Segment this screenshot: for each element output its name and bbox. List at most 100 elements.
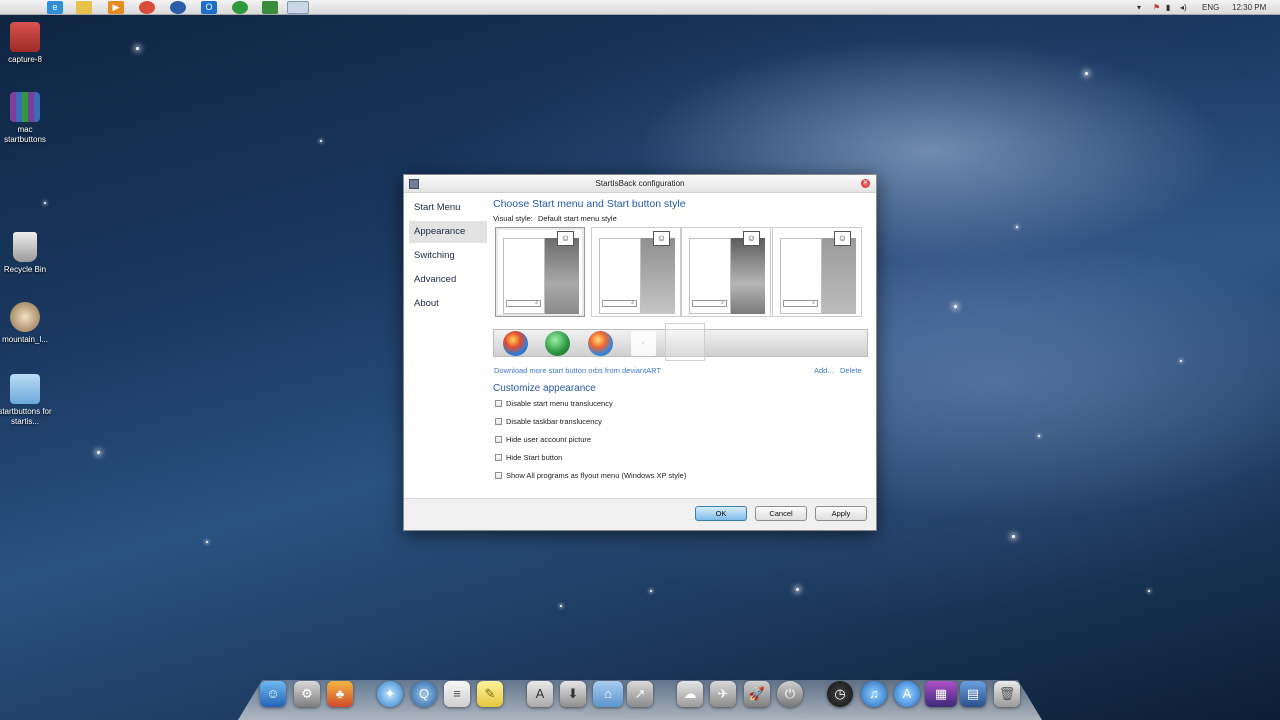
media-player-taskbar-icon[interactable]: ▶ [108, 1, 124, 14]
quicktime-icon[interactable]: Q [411, 681, 437, 707]
dialog-titlebar[interactable]: StartIsBack configuration ✕ [404, 175, 876, 193]
option-hide-start-button[interactable]: Hide Start button [493, 451, 868, 469]
tray-network-icon[interactable]: ▮ [1166, 0, 1170, 15]
desktop-icon-recycle-bin[interactable]: Recycle Bin [0, 232, 53, 275]
stickies-icon[interactable]: ✎ [477, 681, 503, 707]
app-taskbar-icon[interactable] [262, 1, 278, 14]
sidebar-item-appearance[interactable]: Appearance [409, 221, 487, 243]
orb-links-row: Download more start button orbs from dev… [493, 366, 868, 380]
tray-overflow-icon[interactable]: ▾ [1137, 0, 1141, 15]
launchpad-icon[interactable]: 🚀 [744, 681, 770, 707]
download-orbs-link[interactable]: Download more start button orbs from dev… [494, 366, 661, 375]
windows8-orb-icon[interactable] [631, 331, 656, 356]
option-label: Disable start menu translucency [506, 399, 613, 408]
ok-button[interactable]: OK [695, 506, 747, 521]
star [97, 451, 100, 454]
tray-flag-icon[interactable]: ⚑ [1153, 0, 1160, 15]
dashboard-clock-icon[interactable]: ◷ [827, 681, 853, 707]
clock[interactable]: 12:30 PM [1232, 0, 1266, 15]
search-box-icon: ⌕ [692, 300, 727, 307]
trash-icon[interactable]: 🗑 [994, 681, 1020, 707]
sidebar-item-advanced[interactable]: Advanced [409, 269, 487, 291]
chrome-taskbar-icon[interactable] [139, 1, 155, 14]
applications-folder-icon[interactable]: ⌂ [593, 681, 623, 707]
mission-control-icon[interactable]: ▤ [960, 681, 986, 707]
checkbox[interactable] [495, 436, 502, 443]
sidebar-item-start-menu[interactable]: Start Menu [409, 197, 487, 219]
photo-gallery-icon[interactable]: ▦ [925, 681, 957, 707]
desktop-icon-mac-startbuttons[interactable]: mac startbuttons [0, 92, 53, 145]
sidebar-item-switching[interactable]: Switching [409, 245, 487, 267]
user-avatar-icon: ☺ [557, 231, 574, 246]
dashboard-icon[interactable]: ♣ [327, 681, 353, 707]
downloads-stack-icon[interactable]: ⬇ [560, 681, 586, 707]
apple-menu-icon[interactable] [9, 1, 25, 14]
appearance-panel: Choose Start menu and Start button style… [493, 197, 868, 487]
win7-orb-icon[interactable] [503, 331, 528, 356]
language-indicator[interactable]: ENG [1202, 0, 1219, 15]
checkbox[interactable] [495, 454, 502, 461]
desktop-icon-label: startbuttons for startis... [0, 407, 52, 426]
start-orb-strip [493, 323, 868, 361]
checkbox[interactable] [495, 400, 502, 407]
app-store-icon[interactable]: A [894, 681, 920, 707]
section-heading: Choose Start menu and Start button style [493, 198, 686, 210]
style-thumbnail-2[interactable]: ☺ ⌕ [591, 227, 681, 317]
star [1148, 590, 1150, 592]
star [796, 588, 799, 591]
option-disable-menu-translucency[interactable]: Disable start menu translucency [493, 397, 868, 415]
star [650, 590, 652, 592]
desktop-icon-capture[interactable]: capture-8 [0, 22, 53, 65]
tray-volume-icon[interactable]: ◂) [1180, 0, 1187, 15]
visual-style-label: Visual style: [493, 214, 533, 223]
safari-icon[interactable]: ✦ [377, 681, 403, 707]
ie-taskbar-icon[interactable]: e [47, 1, 63, 14]
app-store-doc-icon[interactable]: A [527, 681, 553, 707]
outlook-taskbar-icon[interactable]: O [201, 1, 217, 14]
green-orb-icon[interactable] [545, 331, 570, 356]
twitter-icon[interactable]: ✈ [710, 681, 736, 707]
system-preferences-icon[interactable]: ⚙ [294, 681, 320, 707]
itunes-icon[interactable]: ♫ [861, 681, 887, 707]
search-box-icon: ⌕ [602, 300, 637, 307]
desktop-icon-startbuttons-folder[interactable]: startbuttons for startis... [0, 374, 53, 427]
image-file-icon [10, 22, 40, 52]
search-box-icon: ⌕ [506, 300, 541, 307]
close-icon[interactable]: ✕ [861, 179, 870, 188]
add-orb-link[interactable]: Add... [814, 366, 834, 375]
style-thumbnail-3[interactable]: ☺ ⌕ [681, 227, 771, 317]
style-gallery: ☺ ⌕ ☺ ⌕ ☺ ⌕ ☺ ⌕ [493, 227, 868, 319]
power-icon[interactable]: ⏻ [777, 681, 803, 707]
star [1012, 535, 1015, 538]
menu-right-pane [641, 238, 675, 314]
style-thumbnail-4[interactable]: ☺ ⌕ [772, 227, 862, 317]
textedit-icon[interactable]: ≡ [444, 681, 470, 707]
explorer-taskbar-icon[interactable] [76, 1, 92, 14]
checkbox[interactable] [495, 418, 502, 425]
dialog-title: StartIsBack configuration [595, 179, 685, 188]
star [136, 47, 139, 50]
top-taskbar: e ▶ O ▾ ⚑ ▮ ◂) ENG 12:30 PM [0, 0, 1280, 15]
delete-orb-link[interactable]: Delete [840, 366, 862, 375]
style-thumbnail-1[interactable]: ☺ ⌕ [495, 227, 585, 317]
apple-orb-icon[interactable] [665, 323, 705, 361]
share-icon[interactable]: ↗ [627, 681, 653, 707]
app-taskbar-icon[interactable] [232, 1, 248, 14]
icloud-icon[interactable]: ☁ [677, 681, 703, 707]
apply-button[interactable]: Apply [815, 506, 867, 521]
checkbox[interactable] [495, 472, 502, 479]
star [954, 305, 957, 308]
option-hide-user-picture[interactable]: Hide user account picture [493, 433, 868, 451]
search-box-icon: ⌕ [783, 300, 818, 307]
option-disable-taskbar-translucency[interactable]: Disable taskbar translucency [493, 415, 868, 433]
menu-right-pane [545, 238, 579, 314]
finder-icon[interactable]: ☺ [260, 681, 286, 707]
option-flyout-all-programs[interactable]: Show All programs as flyout menu (Window… [493, 469, 868, 487]
visual-style-value: Default start menu style [537, 214, 617, 223]
vista-orb-icon[interactable] [588, 331, 613, 356]
desktop-icon-mountain[interactable]: mountain_l... [0, 302, 53, 345]
cancel-button[interactable]: Cancel [755, 506, 807, 521]
sidebar-item-about[interactable]: About [409, 293, 487, 315]
browser-taskbar-icon[interactable] [170, 1, 186, 14]
startisback-taskbar-icon[interactable] [287, 1, 309, 14]
